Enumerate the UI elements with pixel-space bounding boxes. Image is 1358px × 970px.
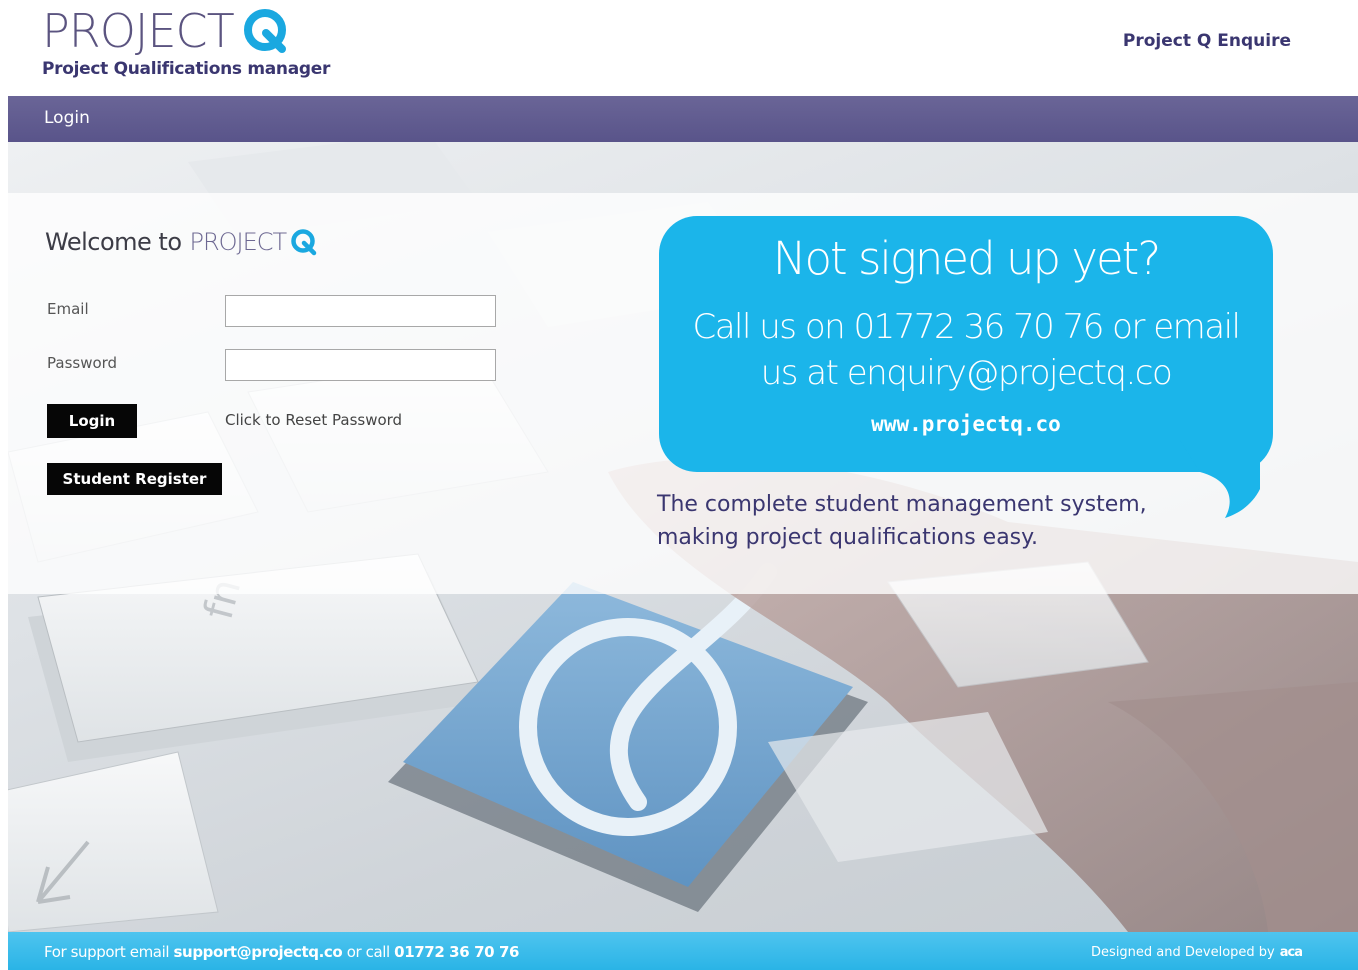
enquire-link[interactable]: Project Q Enquire [1123,31,1291,51]
project-q-logo[interactable]: PROJECT Project Qualifications manager [42,6,330,79]
q-logo-icon [291,229,317,256]
promo-title: Not signed up yet? [772,232,1161,285]
student-register-button[interactable]: Student Register [47,463,222,495]
support-info: For support email support@projectq.co or… [44,943,519,961]
email-label: Email [47,300,89,318]
tagline-line1: The complete student management system, [657,492,1147,517]
support-email-link[interactable]: support@projectq.co [174,943,343,961]
credit-text: Designed and Developed by [1091,945,1275,960]
main-nav: Login [8,96,1358,142]
welcome-heading: Welcome to PROJECT [45,228,318,256]
aca-logo[interactable]: aca [1280,945,1303,960]
promo-contact-line1: Call us on 01772 36 70 76 or email [692,307,1241,347]
promo-url: www.projectq.co [871,412,1061,436]
site-header: PROJECT Project Qualifications manager P… [0,0,1358,96]
promo-contact: Call us on 01772 36 70 76 or email us at… [659,304,1273,396]
reset-password-link[interactable]: Click to Reset Password [225,411,402,429]
promo-contact-line2: us at enquiry@projectq.co [760,353,1173,393]
email-field[interactable] [225,295,496,327]
logo-wordmark: PROJECT [42,4,235,58]
support-prefix: For support email [44,943,170,961]
site-footer: For support email support@projectq.co or… [8,932,1358,970]
logo-tagline: Project Qualifications manager [42,59,331,79]
password-label: Password [47,354,118,372]
welcome-brand: PROJECT [189,228,288,256]
support-mid: or call [346,943,390,961]
password-field[interactable] [225,349,496,381]
support-phone: 01772 36 70 76 [394,943,520,961]
tagline: The complete student management system, … [657,488,1197,554]
tagline-line2: making project qualifications easy. [657,525,1039,550]
developer-credit: Designed and Developed by aca [1091,945,1303,960]
nav-item-login[interactable]: Login [44,108,90,128]
login-button[interactable]: Login [47,404,137,438]
welcome-prefix: Welcome to [45,228,182,256]
q-logo-icon [243,9,286,53]
